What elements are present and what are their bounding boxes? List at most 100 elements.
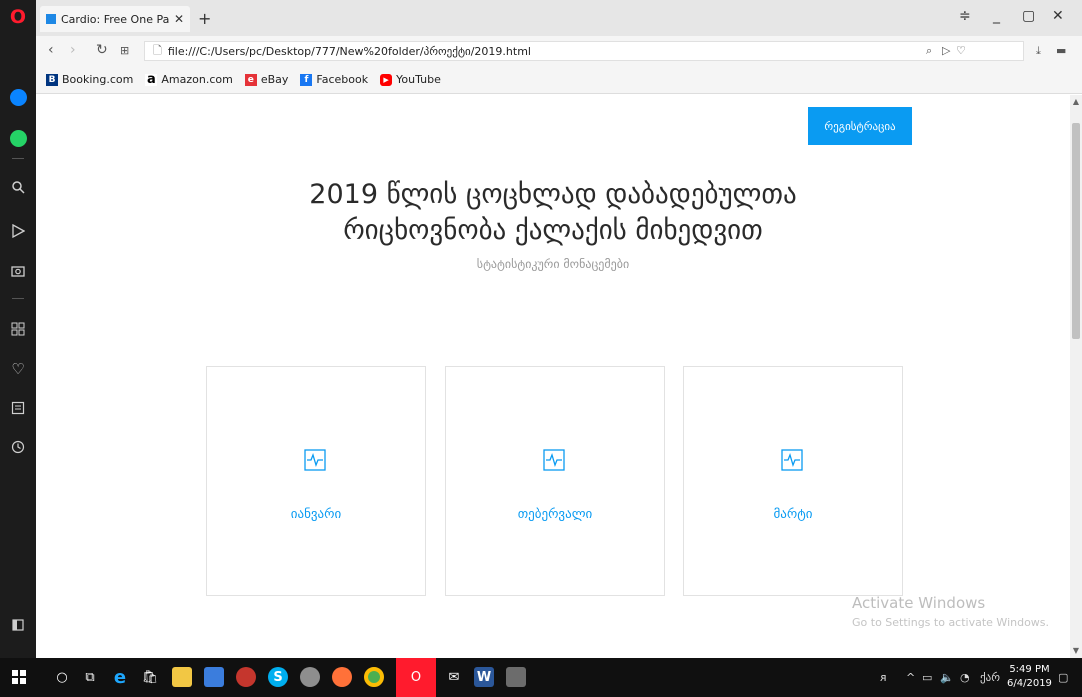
sidebar-divider xyxy=(12,158,24,159)
task-view-icon[interactable]: ⧉ xyxy=(80,667,100,687)
speed-dial-icon[interactable] xyxy=(0,316,36,342)
firefox-icon[interactable] xyxy=(332,667,352,687)
youtube-icon: ▶ xyxy=(380,73,393,86)
restore-icon[interactable]: ▢ xyxy=(1022,8,1035,24)
news-icon[interactable] xyxy=(0,395,36,421)
bookmark-facebook[interactable]: f Facebook xyxy=(300,73,368,86)
app-icon[interactable] xyxy=(236,667,256,687)
app-icon[interactable] xyxy=(300,667,320,687)
heartbeat-icon xyxy=(304,449,326,471)
page-info-icon[interactable]: 🗋 xyxy=(153,42,162,61)
search-icon[interactable] xyxy=(0,174,36,200)
bookmark-label: YouTube xyxy=(396,73,441,86)
tab-title: Cardio: Free One Page Ten xyxy=(61,12,170,26)
history-icon[interactable] xyxy=(0,434,36,460)
edge-icon[interactable]: e xyxy=(110,667,130,688)
bookmark-ebay[interactable]: e eBay xyxy=(244,73,289,86)
heartbeat-icon xyxy=(781,449,803,471)
bookmark-heart-icon[interactable]: ♡ xyxy=(956,44,966,57)
language-indicator[interactable]: ქარ xyxy=(980,671,1000,684)
close-window-icon[interactable]: ✕ xyxy=(1052,8,1064,24)
scroll-thumb[interactable] xyxy=(1072,123,1080,339)
new-tab-button[interactable]: + xyxy=(198,9,211,28)
sidebar-toggle-icon[interactable] xyxy=(0,612,36,638)
address-bar: ‹ › ↻ ⊞ 🗋 file:///C:/Users/pc/Desktop/77… xyxy=(36,36,1082,66)
tab-close-icon[interactable]: ✕ xyxy=(174,12,184,26)
card-label: თებერვალი xyxy=(517,507,593,522)
heartbeat-icon xyxy=(543,449,565,471)
month-card-february[interactable]: თებერვალი xyxy=(445,366,665,596)
clock-time: 5:49 PM xyxy=(1009,664,1050,675)
download-icon[interactable]: ⤓ xyxy=(1036,44,1041,58)
page-scrollbar[interactable]: ▲ ▼ xyxy=(1070,95,1082,658)
cortana-search-icon[interactable]: ○ xyxy=(52,667,72,687)
ebay-icon: e xyxy=(244,73,257,86)
bookmark-amazon[interactable]: a Amazon.com xyxy=(145,72,233,87)
back-icon[interactable]: ‹ xyxy=(48,42,54,58)
amazon-icon: a xyxy=(145,72,158,87)
title-line-2: რიცხოვნობა ქალაქის მიხედვით xyxy=(343,215,763,246)
activate-windows-title: Activate Windows xyxy=(852,594,986,612)
tray-chevron-icon[interactable]: ^ xyxy=(906,671,915,684)
mail-icon[interactable]: ✉ xyxy=(444,667,464,687)
bookmark-label: eBay xyxy=(260,73,289,86)
card-label: მარტი xyxy=(773,507,813,522)
tab-bar: Cardio: Free One Page Ten ✕ + ≑ _ ▢ ✕ xyxy=(36,0,1082,36)
card-label: იანვარი xyxy=(290,507,342,522)
minimize-icon[interactable]: _ xyxy=(993,8,1000,24)
windows-start-icon[interactable] xyxy=(9,667,29,687)
tab-menu-icon[interactable]: ≑ xyxy=(959,8,971,24)
register-button[interactable]: რეგისტრაცია xyxy=(808,107,912,145)
chrome-icon[interactable] xyxy=(364,667,384,687)
store-icon[interactable]: 🛍 xyxy=(140,667,160,687)
send-to-flow-icon[interactable]: ▷ xyxy=(942,44,950,57)
month-card-march[interactable]: მარტი xyxy=(683,366,903,596)
flow-icon[interactable] xyxy=(0,218,36,244)
sidebar-divider xyxy=(12,298,24,299)
facebook-icon: f xyxy=(300,73,313,86)
app-icon[interactable] xyxy=(506,667,526,687)
people-icon[interactable]: ᴙ xyxy=(880,671,887,684)
system-clock[interactable]: 5:49 PM 6/4/2019 xyxy=(1007,663,1052,691)
bookmark-label: Amazon.com xyxy=(161,73,233,86)
bookmark-youtube[interactable]: ▶ YouTube xyxy=(380,73,441,86)
app-icon[interactable] xyxy=(204,667,224,687)
scroll-up-icon[interactable]: ▲ xyxy=(1070,97,1082,106)
bookmark-label: Booking.com xyxy=(62,73,134,86)
battery-tray-icon[interactable]: ▭ xyxy=(922,671,932,684)
skype-icon[interactable]: S xyxy=(268,667,288,687)
notifications-icon[interactable]: ▢ xyxy=(1058,671,1068,684)
title-line-1: 2019 წლის ცოცხლად დაბადებულთა xyxy=(309,179,797,210)
web-page: რეგისტრაცია 2019 წლის ცოცხლად დაბადებულთ… xyxy=(36,95,1070,658)
speed-dial-grid-icon[interactable]: ⊞ xyxy=(120,44,129,57)
network-icon[interactable]: ◔ xyxy=(960,671,970,684)
screen: O ♡ Cardio: Free One Page Ten xyxy=(0,0,1082,697)
forward-icon[interactable]: › xyxy=(70,42,76,58)
word-icon[interactable]: W xyxy=(474,667,494,687)
bookmark-booking[interactable]: B Booking.com xyxy=(46,73,133,86)
favicon-icon xyxy=(46,14,56,24)
opera-sidebar: O ♡ xyxy=(0,0,36,658)
volume-icon[interactable]: 🔈 xyxy=(940,671,954,684)
messenger-icon[interactable] xyxy=(0,84,36,110)
whatsapp-icon[interactable] xyxy=(0,125,36,151)
clock-date: 6/4/2019 xyxy=(1007,678,1052,689)
month-card-january[interactable]: იანვარი xyxy=(206,366,426,596)
windows-taskbar: ○ ⧉ e 🛍 S O ✉ W ᴙ ^ ▭ 🔈 ◔ ქარ 5:49 PM 6/… xyxy=(0,658,1082,697)
heart-icon[interactable]: ♡ xyxy=(0,356,36,382)
url-text: file:///C:/Users/pc/Desktop/777/New%20fo… xyxy=(167,44,531,58)
file-explorer-icon[interactable] xyxy=(172,667,192,687)
opera-menu-icon[interactable]: O xyxy=(0,4,36,30)
scroll-down-icon[interactable]: ▼ xyxy=(1070,646,1082,655)
reload-icon[interactable]: ↻ xyxy=(96,42,108,58)
search-page-icon[interactable]: ⌕ xyxy=(926,44,932,58)
browser-tab[interactable]: Cardio: Free One Page Ten ✕ xyxy=(40,6,190,32)
opera-taskbar-icon[interactable]: O xyxy=(396,658,436,697)
page-subtitle: სტატისტიკური მონაცემები xyxy=(476,257,630,271)
url-field[interactable]: 🗋 file:///C:/Users/pc/Desktop/777/New%20… xyxy=(144,41,1024,61)
battery-icon[interactable]: ▬ xyxy=(1056,44,1066,57)
booking-icon: B xyxy=(46,73,58,86)
bookmark-label: Facebook xyxy=(316,73,369,86)
bookmarks-bar: B Booking.com a Amazon.com e eBay f Face… xyxy=(36,66,1082,94)
snapshot-icon[interactable] xyxy=(0,258,36,284)
